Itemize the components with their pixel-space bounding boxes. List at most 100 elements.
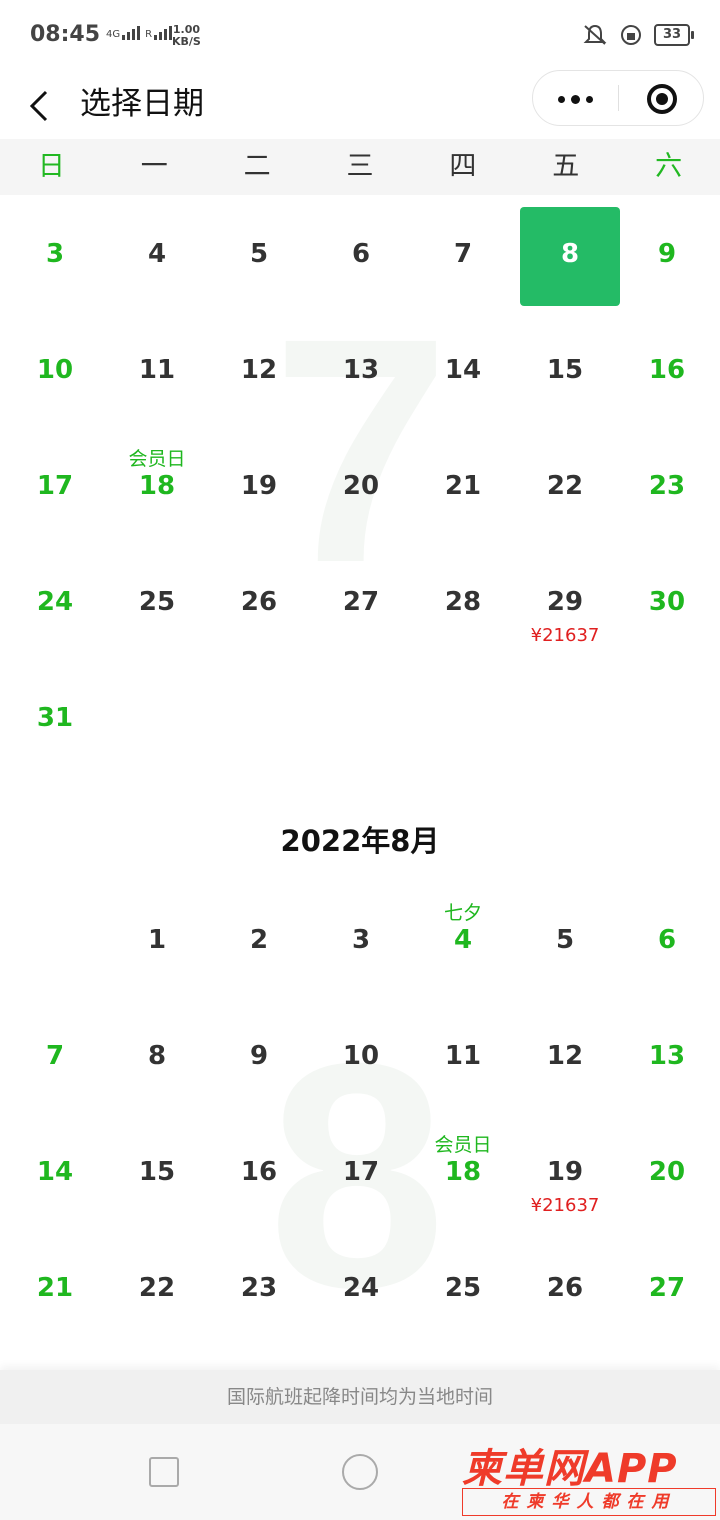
status-bar: 08:45 4G R 1.00 KB/S 33 <box>0 0 720 70</box>
day-number: 18 <box>138 471 176 501</box>
day-cell[interactable]: 2 <box>208 881 310 997</box>
day-cell[interactable]: 27 <box>616 1229 718 1345</box>
day-cell[interactable]: 26 <box>208 543 310 659</box>
calendar-grid: 7 8 2022年8月 3 4 5 6 7 8 9 10 11 12 13 14 15 16 17 会员日 18… <box>0 195 720 1370</box>
day-cell[interactable]: 28 <box>412 543 514 659</box>
day-number: 7 <box>45 1041 65 1071</box>
day-cell[interactable]: 23 <box>616 427 718 543</box>
day-number: 7 <box>453 239 473 269</box>
day-cell[interactable]: 19 ¥21637 <box>514 1113 616 1229</box>
day-cell[interactable]: 6 <box>310 195 412 311</box>
rotation-lock-icon <box>621 25 641 45</box>
day-price: ¥21637 <box>530 1195 600 1216</box>
day-number: 16 <box>648 355 686 385</box>
day-number: 4 <box>453 925 473 955</box>
day-cell[interactable]: 30 <box>616 543 718 659</box>
day-cell[interactable]: 15 <box>106 1113 208 1229</box>
day-cell[interactable]: 7 <box>412 195 514 311</box>
day-number: 21 <box>36 1273 74 1303</box>
day-number: 24 <box>36 587 74 617</box>
day-cell[interactable]: 5 <box>208 195 310 311</box>
close-miniprogram-button[interactable] <box>619 71 703 125</box>
day-cell[interactable]: 31 <box>4 659 106 775</box>
day-cell[interactable]: 1 <box>106 881 208 997</box>
day-cell[interactable]: 24 <box>310 1229 412 1345</box>
day-number: 2 <box>249 925 269 955</box>
day-number: 28 <box>444 587 482 617</box>
day-cell[interactable]: 29 ¥21637 <box>514 543 616 659</box>
day-cell[interactable]: 11 <box>106 311 208 427</box>
more-dot <box>571 95 580 104</box>
day-cell[interactable]: 24 <box>4 543 106 659</box>
back-button[interactable] <box>26 80 56 130</box>
recent-apps-button[interactable] <box>149 1457 179 1487</box>
day-number: 6 <box>351 239 371 269</box>
day-cell[interactable]: 5 <box>514 881 616 997</box>
weekday-wed: 三 <box>346 151 374 182</box>
day-cell[interactable]: 七夕 4 <box>412 881 514 997</box>
day-cell[interactable]: 17 <box>310 1113 412 1229</box>
weekday-tue: 二 <box>243 151 271 182</box>
day-cell[interactable]: 22 <box>514 427 616 543</box>
day-cell[interactable]: 15 <box>514 311 616 427</box>
day-number: 23 <box>648 471 686 501</box>
day-cell[interactable]: 13 <box>310 311 412 427</box>
day-number: 21 <box>444 471 482 501</box>
day-cell[interactable]: 12 <box>514 997 616 1113</box>
day-cell[interactable]: 23 <box>208 1229 310 1345</box>
day-cell[interactable]: 9 <box>208 997 310 1113</box>
weekday-fri: 五 <box>552 151 580 182</box>
day-cell[interactable]: 27 <box>310 543 412 659</box>
day-number: 30 <box>648 587 686 617</box>
day-cell[interactable]: 8 <box>514 195 620 311</box>
day-cell[interactable]: 16 <box>616 311 718 427</box>
day-cell[interactable]: 17 <box>4 427 106 543</box>
day-price: ¥21637 <box>530 625 600 646</box>
day-cell[interactable]: 14 <box>4 1113 106 1229</box>
day-cell[interactable]: 19 <box>208 427 310 543</box>
day-cell[interactable]: 10 <box>310 997 412 1113</box>
day-cell[interactable]: 16 <box>208 1113 310 1229</box>
day-number: 15 <box>546 355 584 385</box>
status-icons: 33 <box>582 24 694 46</box>
day-cell[interactable]: 12 <box>208 311 310 427</box>
day-cell[interactable]: 6 <box>616 881 718 997</box>
day-number: 22 <box>138 1273 176 1303</box>
battery-icon: 33 <box>654 24 694 46</box>
watermark-main-text: 柬单网APP <box>462 1446 678 1492</box>
more-button[interactable] <box>533 71 618 125</box>
day-cell[interactable]: 10 <box>4 311 106 427</box>
day-cell[interactable]: 25 <box>106 543 208 659</box>
day-number: 12 <box>546 1041 584 1071</box>
day-cell[interactable]: 21 <box>4 1229 106 1345</box>
day-number: 31 <box>36 703 74 733</box>
home-button[interactable] <box>342 1454 378 1490</box>
day-cell[interactable]: 4 <box>106 195 208 311</box>
day-cell[interactable]: 8 <box>106 997 208 1113</box>
day-cell[interactable]: 3 <box>4 195 106 311</box>
day-number: 27 <box>342 587 380 617</box>
day-cell[interactable]: 会员日 18 <box>106 427 208 543</box>
day-cell[interactable]: 21 <box>412 427 514 543</box>
day-number: 26 <box>546 1273 584 1303</box>
day-cell[interactable]: 22 <box>106 1229 208 1345</box>
day-number: 4 <box>147 239 167 269</box>
day-cell[interactable]: 20 <box>616 1113 718 1229</box>
day-cell[interactable]: 3 <box>310 881 412 997</box>
watermark-sub-text: 在柬华人都在用 <box>462 1488 716 1516</box>
day-number: 5 <box>249 239 269 269</box>
day-number: 11 <box>444 1041 482 1071</box>
day-cell[interactable]: 9 <box>616 195 718 311</box>
day-cell[interactable]: 14 <box>412 311 514 427</box>
day-number: 9 <box>249 1041 269 1071</box>
day-cell[interactable]: 26 <box>514 1229 616 1345</box>
day-number: 25 <box>138 587 176 617</box>
day-cell[interactable]: 会员日 18 <box>412 1113 514 1229</box>
day-cell[interactable]: 7 <box>4 997 106 1113</box>
day-cell[interactable]: 20 <box>310 427 412 543</box>
day-number: 18 <box>444 1157 482 1187</box>
day-number: 14 <box>36 1157 74 1187</box>
day-cell[interactable]: 25 <box>412 1229 514 1345</box>
day-cell[interactable]: 13 <box>616 997 718 1113</box>
day-cell[interactable]: 11 <box>412 997 514 1113</box>
